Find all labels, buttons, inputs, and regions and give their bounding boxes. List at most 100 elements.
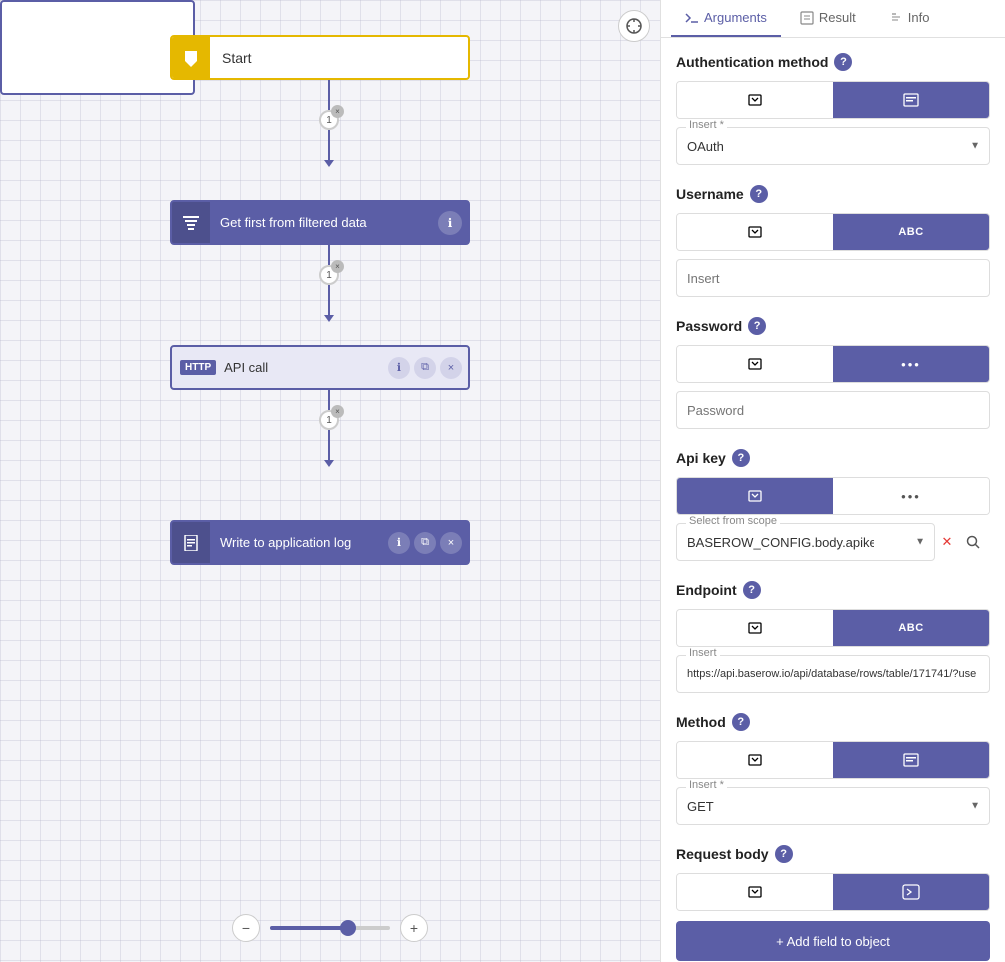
- password-toggle-group: •••: [676, 345, 990, 383]
- filtered-node-icon: [172, 202, 210, 243]
- scope-select-wrapper: BASEROW_CONFIG.body.apikey:apikey (ST...: [676, 523, 935, 561]
- auth-help-icon[interactable]: ?: [834, 53, 852, 71]
- connector-dot-2[interactable]: 1 ×: [319, 265, 339, 285]
- zoom-out-btn[interactable]: −: [232, 914, 260, 942]
- apikey-help-icon[interactable]: ?: [732, 449, 750, 467]
- method-toggle-dynamic[interactable]: [677, 742, 833, 778]
- connector-2: 1 ×: [319, 245, 339, 322]
- api-node-actions: ℹ ⧉ ×: [388, 357, 462, 379]
- endpoint-toggle-dynamic[interactable]: [677, 610, 833, 646]
- connector-close-1[interactable]: ×: [331, 105, 344, 118]
- panel-tabs: Arguments Result Info: [661, 0, 1005, 38]
- request-body-toggle-static[interactable]: [833, 874, 989, 910]
- method-dynamic-icon: [747, 752, 763, 768]
- zoom-slider[interactable]: [270, 926, 390, 930]
- api-info-btn[interactable]: ℹ: [388, 357, 410, 379]
- scope-clear-btn[interactable]: ✕: [936, 531, 958, 553]
- api-close-btn[interactable]: ×: [440, 357, 462, 379]
- request-body-section: Request body ? + Add fie: [676, 845, 990, 961]
- password-input[interactable]: [676, 391, 990, 429]
- tab-arguments[interactable]: Arguments: [671, 0, 781, 37]
- auth-toggle-dynamic[interactable]: [677, 82, 833, 118]
- request-body-title: Request body ?: [676, 845, 990, 863]
- auth-toggle-static[interactable]: [833, 82, 989, 118]
- scope-select[interactable]: BASEROW_CONFIG.body.apikey:apikey (ST...: [676, 523, 935, 561]
- endpoint-toggle-static[interactable]: ABC: [833, 610, 989, 646]
- navigate-icon[interactable]: [618, 10, 650, 42]
- password-field-wrapper: [676, 391, 990, 429]
- log-copy-btn[interactable]: ⧉: [414, 532, 436, 554]
- api-copy-btn[interactable]: ⧉: [414, 357, 436, 379]
- apikey-scope-label: Select from scope: [686, 515, 780, 527]
- log-close-btn[interactable]: ×: [440, 532, 462, 554]
- log-info-btn[interactable]: ℹ: [388, 532, 410, 554]
- method-select-wrapper: GET POST PUT PATCH DELETE: [676, 787, 990, 825]
- api-call-node[interactable]: HTTP API call ℹ ⧉ ×: [170, 345, 470, 390]
- connector-dot-3[interactable]: 1 ×: [319, 410, 339, 430]
- endpoint-dynamic-icon: [747, 620, 763, 636]
- apikey-scope-input-wrapper: BASEROW_CONFIG.body.apikey:apikey (ST...…: [676, 523, 990, 561]
- log-node-label: Write to application log: [210, 535, 388, 550]
- endpoint-field-label: Insert: [686, 647, 720, 659]
- apikey-dynamic-icon: [747, 488, 763, 504]
- auth-method-section: Authentication method ?: [676, 53, 990, 165]
- username-toggle-static[interactable]: ABC: [833, 214, 989, 250]
- method-select[interactable]: GET POST PUT PATCH DELETE: [676, 787, 990, 825]
- scope-actions: ✕: [936, 531, 984, 553]
- endpoint-title: Endpoint ?: [676, 581, 990, 599]
- method-section: Method ? In: [676, 713, 990, 825]
- apikey-toggle-dynamic[interactable]: [677, 478, 833, 514]
- filtered-node-info[interactable]: ℹ: [438, 211, 462, 235]
- request-body-dynamic-icon: [747, 884, 763, 900]
- username-section: Username ? ABC: [676, 185, 990, 297]
- zoom-in-btn[interactable]: +: [400, 914, 428, 942]
- start-node[interactable]: Start: [170, 35, 470, 80]
- password-help-icon[interactable]: ?: [748, 317, 766, 335]
- tab-result[interactable]: Result: [786, 0, 870, 37]
- filtered-node[interactable]: Get first from filtered data ℹ: [170, 200, 470, 245]
- add-field-button[interactable]: + Add field to object: [676, 921, 990, 961]
- password-title: Password ?: [676, 317, 990, 335]
- auth-toggle-group: [676, 81, 990, 119]
- log-node[interactable]: Write to application log ℹ ⧉ ×: [170, 520, 470, 565]
- apikey-toggle-static[interactable]: •••: [833, 478, 989, 514]
- apikey-title: Api key ?: [676, 449, 990, 467]
- empty-node: [0, 0, 195, 95]
- api-call-label: API call: [216, 360, 388, 375]
- endpoint-help-icon[interactable]: ?: [743, 581, 761, 599]
- auth-select[interactable]: OAuth Basic API Key None: [676, 127, 990, 165]
- request-body-toggle-dynamic[interactable]: [677, 874, 833, 910]
- log-node-actions: ℹ ⧉ ×: [388, 532, 462, 554]
- username-title: Username ?: [676, 185, 990, 203]
- method-toggle-static[interactable]: [833, 742, 989, 778]
- method-field-wrapper: Insert * GET POST PUT PATCH DELETE: [676, 787, 990, 825]
- result-icon: [800, 11, 814, 25]
- password-toggle-dynamic[interactable]: [677, 346, 833, 382]
- request-body-help-icon[interactable]: ?: [775, 845, 793, 863]
- method-static-icon: [903, 752, 919, 768]
- username-field-wrapper: [676, 259, 990, 297]
- connector-dot-1[interactable]: 1 ×: [319, 110, 339, 130]
- username-dynamic-icon: [747, 224, 763, 240]
- request-body-static-icon: [902, 884, 920, 900]
- method-title: Method ?: [676, 713, 990, 731]
- connector-close-3[interactable]: ×: [331, 405, 344, 418]
- username-toggle-group: ABC: [676, 213, 990, 251]
- log-node-icon: [172, 522, 210, 563]
- dynamic-icon: [747, 92, 763, 108]
- start-node-label: Start: [210, 50, 264, 66]
- search-icon: [966, 535, 980, 549]
- auth-field-wrapper: Insert * OAuth Basic API Key None: [676, 127, 990, 165]
- password-toggle-static[interactable]: •••: [833, 346, 989, 382]
- connector-close-2[interactable]: ×: [331, 260, 344, 273]
- tab-info[interactable]: Info: [875, 0, 944, 37]
- filtered-node-label: Get first from filtered data: [210, 215, 438, 230]
- apikey-toggle-group: •••: [676, 477, 990, 515]
- method-help-icon[interactable]: ?: [732, 713, 750, 731]
- username-input[interactable]: [676, 259, 990, 297]
- scope-search-btn[interactable]: [962, 531, 984, 553]
- arguments-icon: [685, 11, 699, 25]
- endpoint-input[interactable]: [676, 655, 990, 693]
- username-toggle-dynamic[interactable]: [677, 214, 833, 250]
- username-help-icon[interactable]: ?: [750, 185, 768, 203]
